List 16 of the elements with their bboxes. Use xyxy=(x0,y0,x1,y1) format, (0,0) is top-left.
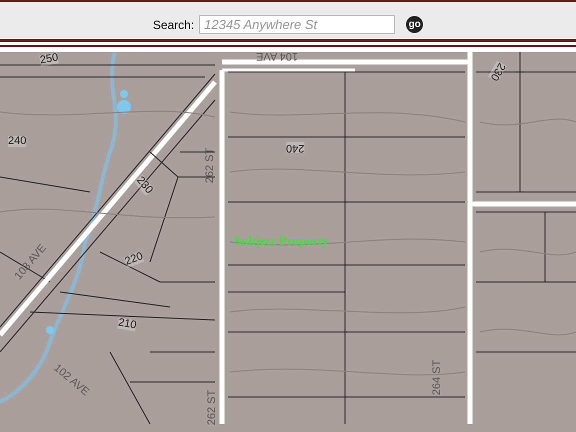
contour-label: 240 xyxy=(286,142,304,153)
street-label: 262 ST xyxy=(207,390,218,426)
contour-label: 250 xyxy=(39,52,60,66)
contour-label: 230 xyxy=(488,60,507,82)
contour-label: 240 xyxy=(8,136,26,147)
go-button[interactable]: go xyxy=(406,16,424,33)
street-label: 104 AVE xyxy=(256,52,298,61)
search-label: Search: xyxy=(152,18,194,32)
contour-label: 220 xyxy=(124,251,145,268)
street-label: 264 ST xyxy=(432,360,444,396)
property-label: Subject Property xyxy=(234,234,329,247)
street-label: 102 AVE xyxy=(51,362,91,398)
contour-label: 230 xyxy=(134,174,154,196)
street-label: 262 ST xyxy=(205,148,216,184)
contour-label: 210 xyxy=(117,318,138,332)
search-field[interactable]: 12345 Anywhere St xyxy=(199,15,396,34)
